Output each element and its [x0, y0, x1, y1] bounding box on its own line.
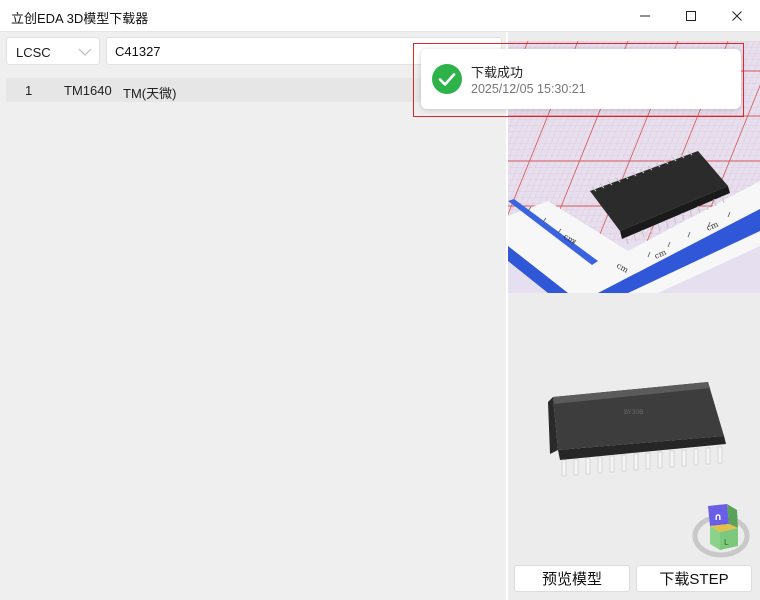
minimize-icon — [640, 15, 650, 17]
svg-text:BY30B: BY30B — [624, 409, 643, 416]
chevron-down-icon — [78, 48, 92, 56]
maximize-button[interactable] — [668, 0, 714, 32]
svg-text:L: L — [724, 538, 729, 547]
nav-cube-graphic: ∩ L — [692, 504, 750, 558]
nav-cube-icon[interactable]: ∩ L — [692, 500, 752, 560]
window-title: 立创EDA 3D模型下载器 — [11, 11, 149, 26]
preview-model-button[interactable]: 预览模型 — [514, 565, 630, 592]
maximize-icon — [686, 11, 696, 21]
close-button[interactable] — [714, 0, 760, 32]
svg-text:∩: ∩ — [714, 512, 722, 523]
row-index: 1 — [25, 83, 33, 98]
row-manufacturer: TM(天微) — [123, 86, 177, 101]
row-part-number: TM1640 — [64, 83, 112, 98]
download-step-button[interactable]: 下载STEP — [636, 565, 752, 592]
left-panel: LCSC 1 TM1640 TM(天微) — [0, 32, 506, 600]
close-icon — [732, 11, 742, 21]
source-select[interactable]: LCSC — [6, 37, 100, 65]
title-bar: 立创EDA 3D模型下载器 — [0, 0, 760, 32]
right-panel: cm cm cm cm BY30B ∩ L 预览模型 下载STEP — [508, 32, 760, 600]
toast-highlight-box — [413, 43, 744, 117]
source-select-value: LCSC — [16, 45, 51, 60]
minimize-button[interactable] — [622, 0, 668, 32]
